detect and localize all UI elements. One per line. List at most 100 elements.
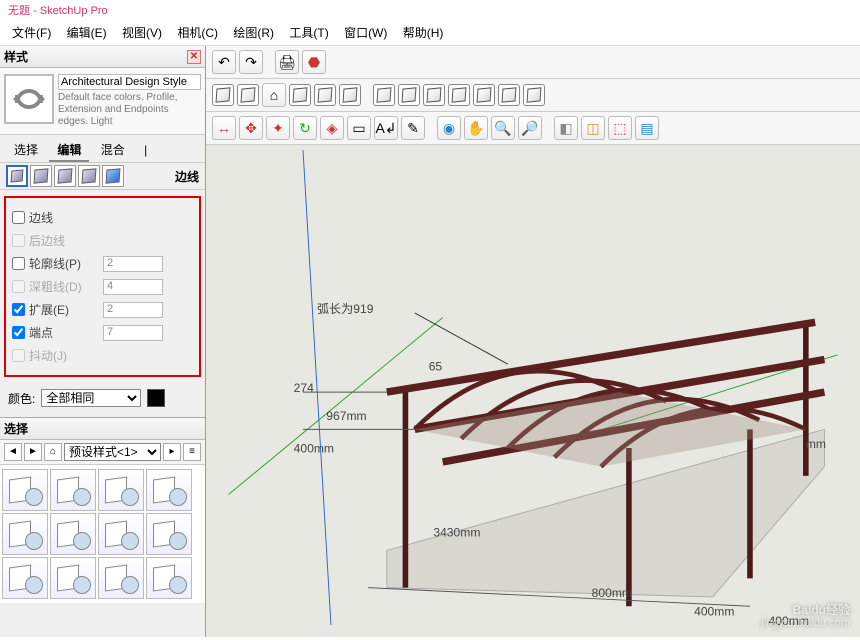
back-edges-checkbox (12, 234, 25, 247)
model-info-icon[interactable]: ⬣ (302, 50, 326, 74)
back-view-icon[interactable] (314, 84, 336, 106)
style-tabs: 选择 编辑 混合 | (0, 135, 205, 162)
menu-icon[interactable]: ≡ (183, 443, 201, 461)
wireframe-icon[interactable] (398, 84, 420, 106)
scale-icon[interactable]: ↻ (293, 116, 317, 140)
layers-icon[interactable]: ◫ (581, 116, 605, 140)
nav-fwd-icon[interactable]: ► (24, 443, 42, 461)
menu-file[interactable]: 文件(F) (6, 22, 57, 43)
endpoints-label: 端点 (29, 324, 53, 341)
dim-967: 967mm (326, 409, 366, 423)
top-view-icon[interactable] (237, 84, 259, 106)
offset-icon[interactable]: ◈ (320, 116, 344, 140)
home-icon[interactable]: ⌂ (44, 443, 62, 461)
profiles-value[interactable]: 2 (103, 256, 163, 272)
right-view-icon[interactable] (289, 84, 311, 106)
modeling-settings-icon[interactable] (102, 165, 124, 187)
menu-edit[interactable]: 编辑(E) (61, 22, 113, 43)
shaded-icon[interactable] (448, 84, 470, 106)
iso-view-icon[interactable] (212, 84, 234, 106)
redo-icon[interactable]: ↷ (239, 50, 263, 74)
style-thumb[interactable] (50, 469, 96, 511)
style-thumb[interactable] (98, 469, 144, 511)
pan-icon[interactable]: ✋ (464, 116, 488, 140)
zoom-icon[interactable]: 🔍 (491, 116, 515, 140)
left-view-icon[interactable] (339, 84, 361, 106)
select-icon[interactable]: ↔ (212, 116, 236, 140)
section-icon[interactable]: ◧ (554, 116, 578, 140)
line-icon[interactable]: ▭ (347, 116, 371, 140)
style-thumbnail[interactable] (4, 74, 54, 124)
text-icon[interactable]: A↲ (374, 116, 398, 140)
xray-icon[interactable] (373, 84, 395, 106)
style-thumb[interactable] (146, 513, 192, 555)
style-thumbnails (0, 465, 205, 603)
front-view-icon[interactable]: ⌂ (262, 83, 286, 107)
style-thumb[interactable] (50, 513, 96, 555)
move-icon[interactable]: ✥ (239, 116, 263, 140)
shaded-textures-icon[interactable] (473, 84, 495, 106)
hidden-line-icon[interactable] (423, 84, 445, 106)
style-description: Default face colors. Profile, Extension … (58, 90, 201, 128)
menu-draw[interactable]: 绘图(R) (227, 22, 280, 43)
depth-cue-value[interactable]: 4 (103, 279, 163, 295)
depth-cue-checkbox (12, 280, 25, 293)
style-thumb[interactable] (2, 469, 48, 511)
details-icon[interactable]: ▸ (163, 443, 181, 461)
arc-length-label: 弧长为919 (317, 302, 374, 316)
warehouse-icon[interactable]: ⬚ (608, 116, 632, 140)
edges-section-label: 边线 (175, 168, 199, 185)
watermark-settings-icon[interactable] (78, 165, 100, 187)
dimension-icon[interactable]: ✎ (401, 116, 425, 140)
titlebar: 无题 - SketchUp Pro (0, 0, 860, 20)
menu-window[interactable]: 窗口(W) (338, 22, 393, 43)
orbit-icon[interactable]: ◉ (437, 116, 461, 140)
edges-checkbox[interactable] (12, 211, 25, 224)
style-thumb[interactable] (50, 557, 96, 599)
print-icon[interactable]: 🖨 (275, 50, 299, 74)
dim-400r: 400mm (694, 605, 734, 619)
menu-help[interactable]: 帮助(H) (397, 22, 450, 43)
style-name-field[interactable]: Architectural Design Style (58, 74, 201, 90)
face-settings-icon[interactable] (30, 165, 52, 187)
menu-tools[interactable]: 工具(T) (283, 22, 334, 43)
style-thumb[interactable] (146, 557, 192, 599)
endpoints-checkbox[interactable] (12, 326, 25, 339)
style-icon[interactable] (523, 84, 545, 106)
close-icon[interactable]: ✕ (187, 50, 201, 64)
color-label: 颜色: (8, 390, 35, 407)
nav-back-icon[interactable]: ◄ (4, 443, 22, 461)
dim-3430: 3430mm (433, 525, 480, 539)
tab-select[interactable]: 选择 (6, 139, 46, 160)
extension-value[interactable]: 2 (103, 302, 163, 318)
menu-camera[interactable]: 相机(C) (171, 22, 224, 43)
style-thumb[interactable] (98, 513, 144, 555)
style-thumb[interactable] (2, 557, 48, 599)
tab-mix[interactable]: 混合 (93, 139, 133, 160)
extension-checkbox[interactable] (12, 303, 25, 316)
menu-view[interactable]: 视图(V) (116, 22, 168, 43)
profiles-checkbox[interactable] (12, 257, 25, 270)
tab-edit[interactable]: 编辑 (49, 139, 89, 162)
monochrome-icon[interactable] (498, 84, 520, 106)
edge-settings-icon[interactable] (6, 165, 28, 187)
color-swatch[interactable] (147, 389, 165, 407)
zoom-ext-icon[interactable]: 🔎 (518, 116, 542, 140)
viewport[interactable]: ↶ ↷ 🖨 ⬣ ⌂ (206, 46, 860, 637)
preset-select[interactable]: 预设样式<1> (64, 443, 161, 461)
color-mode-select[interactable]: 全部相同 (41, 389, 141, 407)
style-thumb[interactable] (98, 557, 144, 599)
style-thumb[interactable] (146, 469, 192, 511)
back-edges-label: 后边线 (29, 232, 65, 249)
rotate-icon[interactable]: ✦ (266, 116, 290, 140)
tab-sep: | (136, 141, 155, 159)
edge-settings-icons (6, 165, 124, 187)
style-thumb[interactable] (2, 513, 48, 555)
extensions-icon[interactable]: ▤ (635, 116, 659, 140)
background-settings-icon[interactable] (54, 165, 76, 187)
undo-icon[interactable]: ↶ (212, 50, 236, 74)
dim-65: 65 (429, 360, 443, 374)
select-panel-title: 选择 (4, 420, 28, 437)
dim-right: mm (806, 437, 826, 451)
endpoints-value[interactable]: 7 (103, 325, 163, 341)
